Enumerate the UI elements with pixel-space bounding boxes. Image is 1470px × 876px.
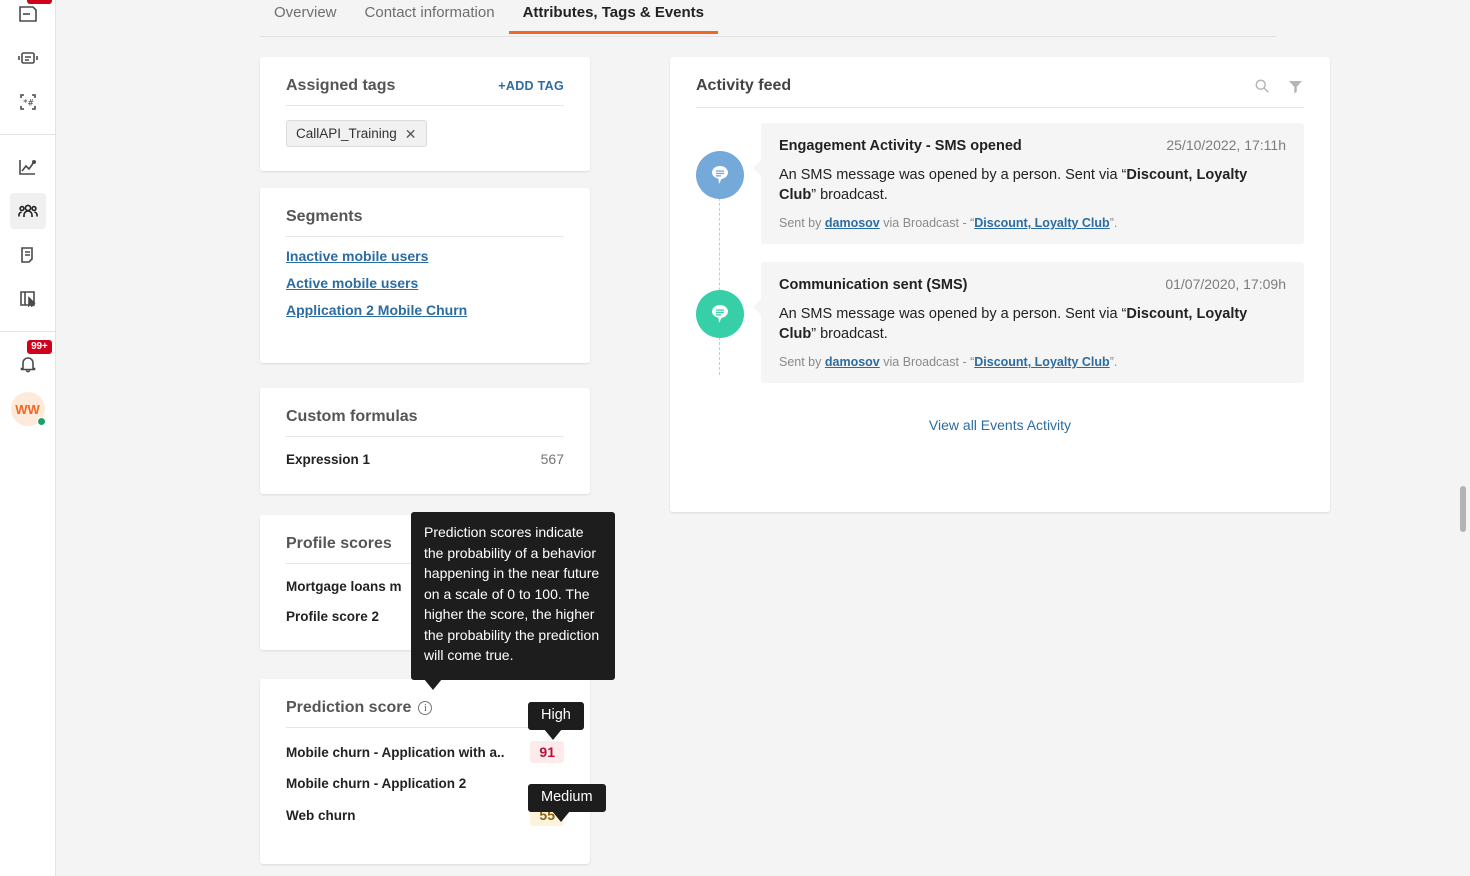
filter-icon[interactable] (1287, 78, 1304, 95)
activity-title: Engagement Activity - SMS opened (779, 138, 1022, 154)
prediction-name: Mobile churn - Application 2 (286, 776, 467, 791)
assigned-tags-divider (286, 105, 564, 106)
segment-link-application-2-mobile-churn[interactable]: Application 2 Mobile Churn (286, 291, 564, 318)
custom-formula-value: 567 (540, 451, 564, 467)
prediction-name: Mobile churn - Application with a.. (286, 744, 505, 760)
activity-desc-post: ” broadcast. (811, 187, 888, 203)
profile-tabs: Overview Contact information Attributes,… (260, 0, 1276, 37)
analytics-icon-button[interactable] (10, 149, 46, 185)
segments-title: Segments (286, 208, 363, 225)
prediction-score-row: Mobile churn - Application 2 (286, 763, 564, 791)
meta-user-link[interactable]: damosov (825, 355, 880, 369)
activity-meta: Sent by damosov via Broadcast - “Discoun… (779, 216, 1286, 230)
activity-desc-pre: An SMS message was opened by a person. S… (779, 167, 1127, 183)
activity-feed-actions (1253, 77, 1304, 95)
prediction-score-row: Web churn 55 (286, 791, 564, 826)
tag-chip[interactable]: CallAPI_Training ✕ (286, 120, 427, 147)
activity-meta: Sent by damosov via Broadcast - “Discoun… (779, 355, 1286, 369)
meta-pre: Sent by (779, 355, 825, 369)
segments-card: Segments Inactive mobile users Active mo… (260, 188, 590, 363)
custom-formulas-title: Custom formulas (286, 408, 418, 425)
activity-card-header: Communication sent (SMS) 01/07/2020, 17:… (779, 276, 1286, 293)
segment-link-inactive-mobile-users[interactable]: Inactive mobile users (286, 237, 564, 264)
meta-mid: via Broadcast - “ (879, 355, 975, 369)
rail-group-bottom: 99+ WW (0, 340, 55, 432)
rail-group-main (0, 145, 55, 321)
view-all-events-activity-link[interactable]: View all Events Activity (696, 401, 1304, 433)
notifications-bell-icon-button[interactable]: 99+ (10, 340, 52, 382)
meta-user-link[interactable]: damosov (825, 216, 880, 230)
online-status-dot (36, 417, 46, 426)
activity-card[interactable]: Communication sent (SMS) 01/07/2020, 17:… (753, 262, 1304, 383)
activity-description: An SMS message was opened by a person. S… (779, 165, 1286, 205)
inbox-badge: 99+ (27, 0, 52, 4)
sidebar-item-audience[interactable] (9, 193, 46, 229)
custom-formula-name: Expression 1 (286, 451, 371, 467)
sms-opened-icon (696, 151, 744, 199)
prediction-score-info-tooltip: Prediction scores indicate the probabili… (411, 512, 615, 691)
meta-broadcast-link[interactable]: Discount, Loyalty Club (974, 355, 1109, 369)
tab-attributes-tags-events[interactable]: Attributes, Tags & Events (508, 4, 719, 34)
tab-overview[interactable]: Overview (260, 4, 351, 33)
meta-mid: via Broadcast - “ (879, 216, 975, 230)
score-high-tooltip: High (528, 702, 584, 740)
rail-group-top: 99+ *# (0, 0, 55, 124)
score-medium-tooltip: Medium (528, 784, 606, 822)
prediction-name: Web churn (286, 807, 356, 823)
prediction-score-title: Prediction score (286, 699, 412, 716)
activity-feed-card: Activity feed Engagement Activity - SMS … (670, 57, 1330, 512)
assigned-tags-title: Assigned tags (286, 77, 396, 94)
remove-tag-icon[interactable]: ✕ (405, 127, 417, 141)
content-icon-button[interactable] (10, 237, 46, 273)
activity-feed-header: Activity feed (670, 57, 1330, 107)
activity-timestamp: 25/10/2022, 17:11h (1166, 137, 1286, 153)
sms-sent-icon (696, 290, 744, 338)
activity-desc-pre: An SMS message was opened by a person. S… (779, 306, 1127, 322)
rail-divider-2 (0, 331, 55, 332)
tag-chip-label: CallAPI_Training (296, 126, 397, 141)
custom-formula-row: Expression 1 567 (286, 437, 564, 467)
activity-timestamp: 01/07/2020, 17:09h (1165, 276, 1286, 292)
activity-card[interactable]: Engagement Activity - SMS opened 25/10/2… (753, 123, 1304, 244)
rail-divider-1 (0, 134, 55, 135)
list-item: Communication sent (SMS) 01/07/2020, 17:… (696, 262, 1304, 383)
tab-contact-information[interactable]: Contact information (351, 4, 509, 33)
activity-timeline: Engagement Activity - SMS opened 25/10/2… (670, 108, 1330, 433)
activity-card-header: Engagement Activity - SMS opened 25/10/2… (779, 137, 1286, 154)
activity-desc-post: ” broadcast. (811, 326, 888, 342)
meta-pre: Sent by (779, 216, 825, 230)
robot-icon-button[interactable] (10, 40, 46, 76)
dashboard-icon-button[interactable] (10, 281, 46, 317)
meta-post: ”. (1109, 355, 1118, 369)
meta-post: ”. (1109, 216, 1118, 230)
info-icon[interactable]: i (418, 701, 433, 715)
activity-description: An SMS message was opened by a person. S… (779, 304, 1286, 344)
svg-text:*#: *# (22, 99, 33, 109)
list-item: Engagement Activity - SMS opened 25/10/2… (696, 123, 1304, 244)
notifications-badge: 99+ (27, 340, 52, 354)
main-content: Overview Contact information Attributes,… (56, 0, 1470, 876)
code-snippet-icon-button[interactable]: *# (10, 84, 46, 120)
assigned-tags-card: Assigned tags +ADD TAG CallAPI_Training … (260, 57, 590, 171)
segment-link-active-mobile-users[interactable]: Active mobile users (286, 264, 564, 291)
app-root: 99+ *# (0, 0, 1470, 876)
inbox-icon-button[interactable]: 99+ (10, 0, 52, 32)
custom-formulas-card: Custom formulas Expression 1 567 (260, 388, 590, 494)
avatar-initials: WW (15, 401, 40, 417)
add-tag-button[interactable]: +ADD TAG (498, 79, 564, 93)
assigned-tags-header: Assigned tags +ADD TAG (260, 57, 590, 105)
status-badge[interactable]: 91 (530, 741, 564, 763)
activity-title: Communication sent (SMS) (779, 277, 968, 293)
avatar[interactable]: WW (10, 392, 46, 426)
activity-feed-title: Activity feed (696, 77, 792, 94)
left-nav-rail: 99+ *# (0, 0, 56, 876)
page-scrollbar-thumb[interactable] (1460, 486, 1466, 532)
meta-broadcast-link[interactable]: Discount, Loyalty Club (974, 216, 1109, 230)
search-icon[interactable] (1253, 77, 1271, 95)
prediction-score-row: Mobile churn - Application with a.. 91 (286, 728, 564, 763)
